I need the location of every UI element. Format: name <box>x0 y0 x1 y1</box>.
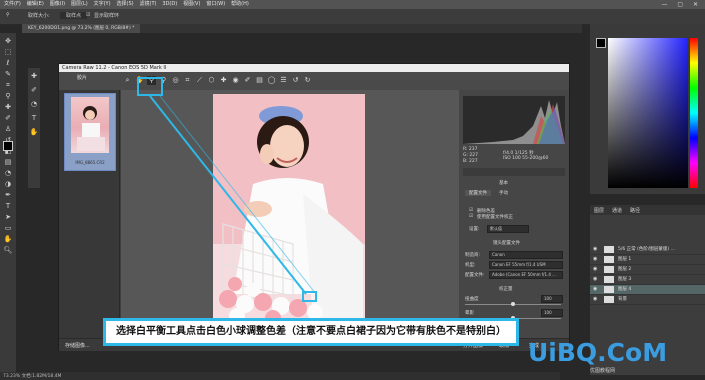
layer-thumb <box>604 246 614 253</box>
layer-row[interactable]: ◉ 图层 4 <box>590 285 705 295</box>
watermark-logo: UiBQ.CoM <box>528 338 668 367</box>
layers-tabs: 图层 通道 路径 <box>590 205 705 215</box>
eye-icon[interactable]: ◉ <box>593 265 597 274</box>
tab-paths[interactable]: 路径 <box>630 207 640 214</box>
layer-thumb <box>604 266 614 273</box>
layer-thumb <box>604 286 614 293</box>
layer-row[interactable]: ◉ 图层 2 <box>590 265 705 275</box>
layer-thumb <box>604 276 614 283</box>
layer-row[interactable]: ◉ 背景 <box>590 295 705 305</box>
white-balance-highlight <box>137 77 163 96</box>
tab-layers[interactable]: 图层 <box>594 207 604 214</box>
layer-row[interactable]: ◉ 图层 1 <box>590 255 705 265</box>
status-bar: 73.23% 文档:1.82M/18.4M <box>0 372 560 380</box>
eye-icon[interactable]: ◉ <box>593 285 597 294</box>
eye-icon[interactable]: ◉ <box>593 275 597 284</box>
layer-row[interactable]: ◉ 图层 3 <box>590 275 705 285</box>
white-ball-highlight <box>302 291 317 302</box>
layer-thumb <box>604 256 614 263</box>
color-field[interactable] <box>608 38 688 188</box>
hue-slider[interactable] <box>690 38 698 188</box>
eye-icon[interactable]: ◉ <box>593 255 597 264</box>
watermark-subtitle: 优图教程网 <box>590 368 616 374</box>
layer-row[interactable]: ◉ 5/6 正常 (色阶/图层蒙版) ... <box>590 245 705 255</box>
status-text: 73.23% 文档:1.82M/18.4M <box>3 374 62 379</box>
eye-icon[interactable]: ◉ <box>593 295 597 304</box>
tab-channels[interactable]: 通道 <box>612 207 622 214</box>
layer-thumb <box>604 296 614 303</box>
tutorial-callout: 选择白平衡工具点击白色小球调整色差（注意不要点白裙子因为它带有肤色不是特别白） <box>103 318 519 346</box>
foreground-swatch[interactable] <box>596 38 606 48</box>
eye-icon[interactable]: ◉ <box>593 245 597 254</box>
color-panel <box>590 24 705 194</box>
